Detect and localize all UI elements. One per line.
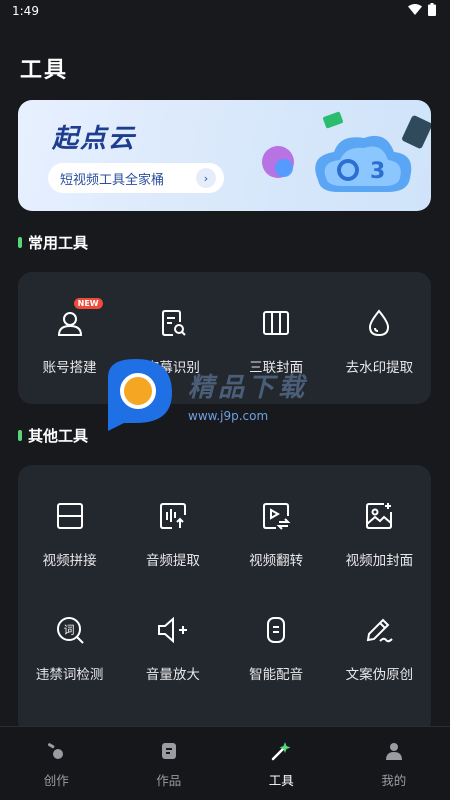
tab-label: 我的 <box>381 773 407 788</box>
banner-pill-button[interactable]: 短视频工具全家桶 › <box>48 163 224 193</box>
other-tools-row-1: 视频拼接 音频提取 视频翻转 视频加封面 <box>18 499 431 569</box>
tab-tools[interactable]: 工具 <box>225 727 338 800</box>
volume-up-icon <box>156 613 190 647</box>
tab-label: 作品 <box>156 773 182 788</box>
tool-video-add-cover[interactable]: 视频加封面 <box>328 499 431 569</box>
video-flip-icon <box>259 499 293 533</box>
status-time: 1:49 <box>12 4 39 18</box>
tool-label: 视频拼接 <box>42 553 97 569</box>
tool-label: 三联封面 <box>249 360 304 376</box>
tool-audio-extract[interactable]: 音频提取 <box>121 499 224 569</box>
bottom-tab-bar: 创作 作品 工具 我的 <box>0 726 450 800</box>
tool-smart-dubbing[interactable]: 智能配音 <box>225 613 328 683</box>
section-heading-other-label: 其他工具 <box>28 427 89 445</box>
status-bar: 1:49 <box>0 0 450 22</box>
section-marker <box>18 430 22 441</box>
tool-label: 音量放大 <box>145 667 200 683</box>
common-tools-card: NEW 账号搭建 字幕识别 三联封面 去水印提取 <box>18 272 431 404</box>
tool-subtitle-recognition[interactable]: 字幕识别 <box>121 306 224 376</box>
pen-icon <box>362 613 396 647</box>
tool-label: 去水印提取 <box>345 360 414 376</box>
subtitle-doc-icon <box>156 306 190 340</box>
tab-label: 创作 <box>43 773 69 788</box>
tool-copy-rewrite[interactable]: 文案伪原创 <box>328 613 431 683</box>
tool-label: 违禁词检测 <box>35 667 104 683</box>
profile-icon <box>383 740 405 762</box>
split-frame-icon <box>53 499 87 533</box>
chevron-right-icon: › <box>196 168 216 188</box>
other-tools-card: 视频拼接 音频提取 视频翻转 视频加封面 词 违禁词检测 音量放大 智能配音 文… <box>18 465 431 735</box>
banner-pill-label: 短视频工具全家桶 <box>60 172 165 188</box>
banner-title: 起点云 <box>52 124 137 154</box>
common-tools-grid: NEW 账号搭建 字幕识别 三联封面 去水印提取 <box>18 298 431 376</box>
wifi-icon <box>408 4 422 18</box>
tool-video-splice[interactable]: 视频拼接 <box>18 499 121 569</box>
tool-watermark-removal[interactable]: 去水印提取 <box>328 306 431 376</box>
svg-text:词: 词 <box>63 624 74 637</box>
tool-account-setup[interactable]: NEW 账号搭建 <box>18 298 121 376</box>
section-heading-common: 常用工具 <box>18 232 88 253</box>
tool-label: 账号搭建 <box>42 360 97 376</box>
tool-volume-boost[interactable]: 音量放大 <box>121 613 224 683</box>
watermark-url: www.j9p.com <box>188 409 269 423</box>
tool-label: 视频加封面 <box>345 553 414 569</box>
cloud-logo-illustration: 3 <box>262 111 431 192</box>
tool-label: 音频提取 <box>145 553 200 569</box>
tool-triptych-cover[interactable]: 三联封面 <box>225 306 328 376</box>
tool-label: 视频翻转 <box>249 553 304 569</box>
word-search-icon: 词 <box>53 613 87 647</box>
section-marker <box>18 237 22 248</box>
promo-banner[interactable]: 起点云 短视频工具全家桶 › 3 <box>18 100 431 211</box>
status-icons <box>408 3 436 19</box>
create-icon <box>45 740 67 762</box>
audio-extract-icon <box>156 499 190 533</box>
image-add-icon <box>362 499 396 533</box>
tool-label: 文案伪原创 <box>345 667 414 683</box>
tab-label: 工具 <box>268 773 294 788</box>
triptych-icon <box>259 306 293 340</box>
tools-sparkle-icon <box>270 740 292 762</box>
tool-label: 字幕识别 <box>145 360 200 376</box>
section-heading-other: 其他工具 <box>18 425 88 446</box>
tab-profile[interactable]: 我的 <box>338 727 450 800</box>
other-tools-row-2: 词 违禁词检测 音量放大 智能配音 文案伪原创 <box>18 613 431 683</box>
tab-works[interactable]: 作品 <box>113 727 226 800</box>
tool-label: 智能配音 <box>249 667 304 683</box>
works-icon <box>158 740 180 762</box>
section-heading-common-label: 常用工具 <box>28 234 89 252</box>
tool-banned-word-check[interactable]: 词 违禁词检测 <box>18 613 121 683</box>
tool-video-flip[interactable]: 视频翻转 <box>225 499 328 569</box>
person-icon: NEW <box>53 298 103 340</box>
dubbing-icon <box>259 613 293 647</box>
droplet-icon <box>362 306 396 340</box>
new-badge: NEW <box>73 298 103 309</box>
tab-create[interactable]: 创作 <box>0 727 113 800</box>
battery-icon <box>428 3 436 19</box>
svg-text:3: 3 <box>370 159 385 184</box>
page-title: 工具 <box>20 58 69 83</box>
